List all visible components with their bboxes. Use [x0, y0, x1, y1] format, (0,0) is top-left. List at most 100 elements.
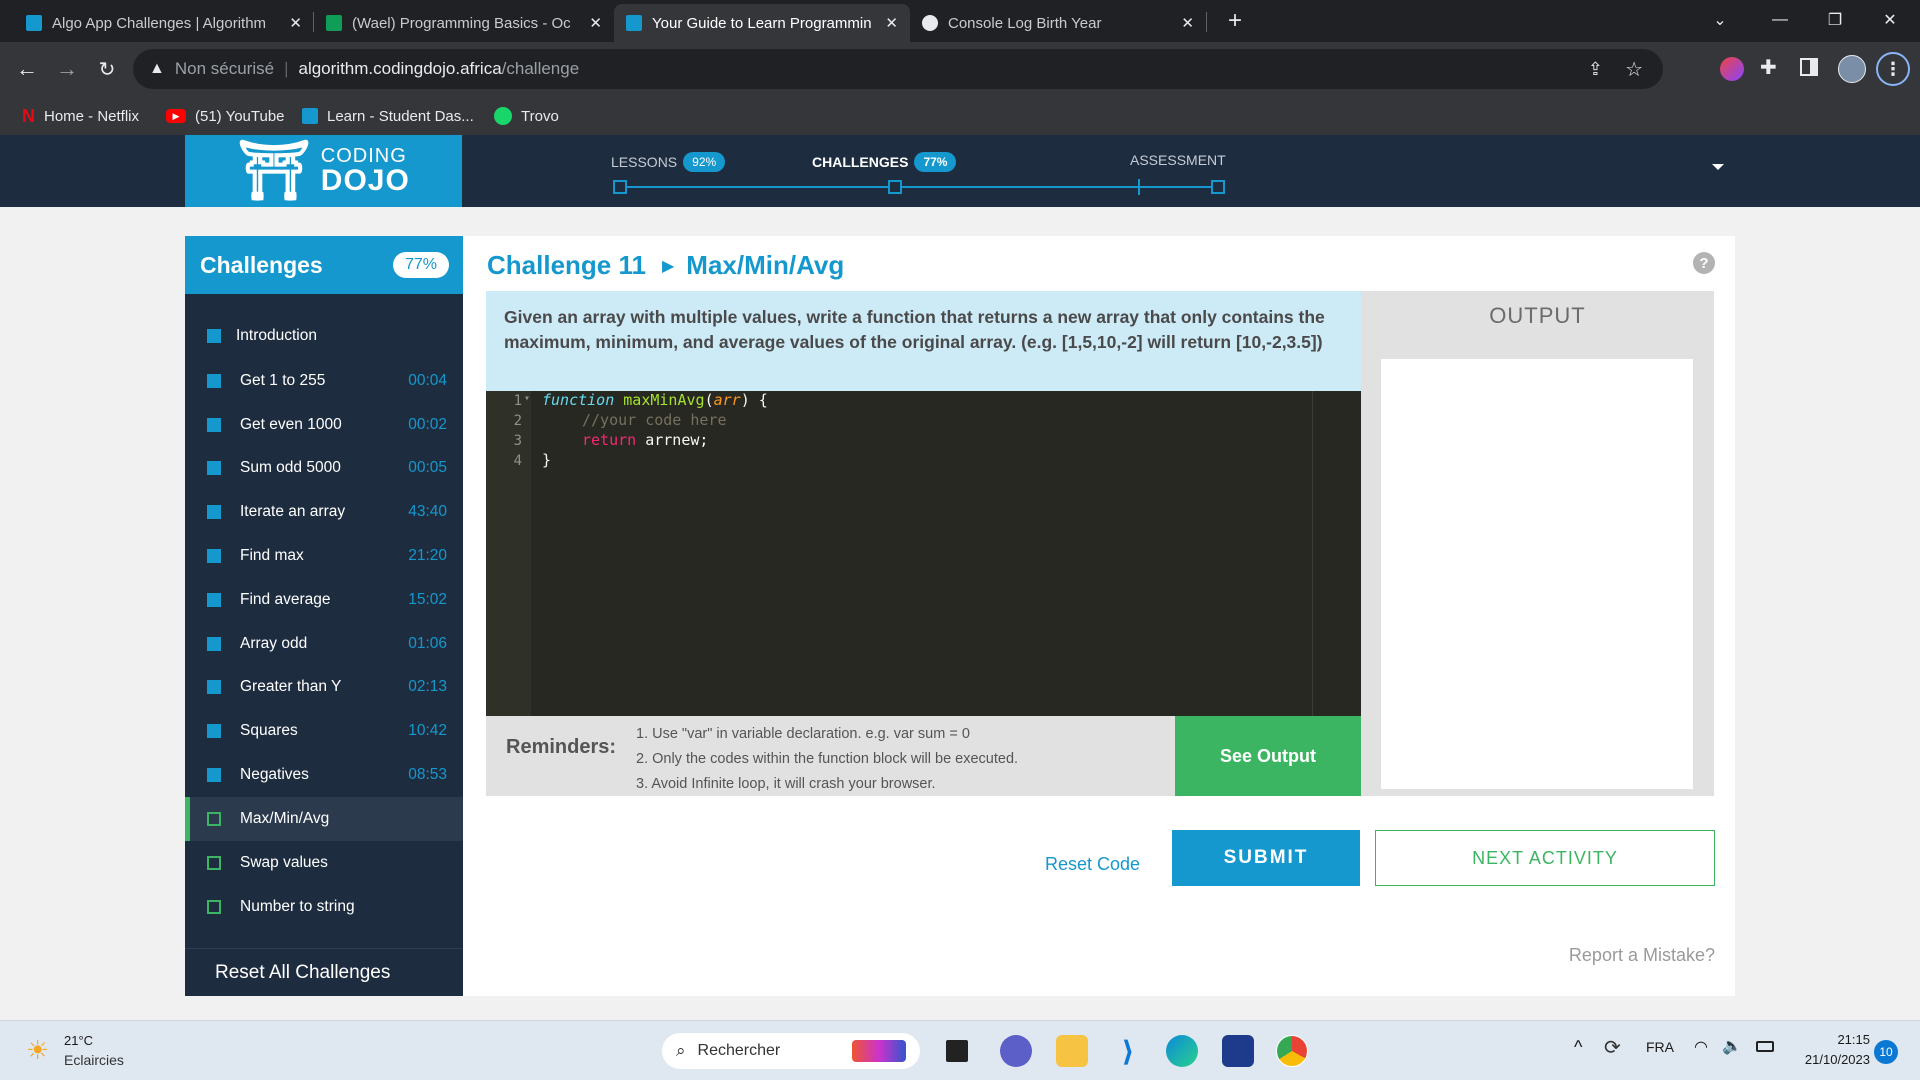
- windows-start-icon[interactable]: [610, 1037, 638, 1065]
- site-header: ⛩ CODING DOJO LESSONS 92% CHALLENGES 77%…: [0, 135, 1920, 207]
- coding-dojo-logo[interactable]: ⛩ CODING DOJO: [185, 135, 462, 207]
- close-tab-icon[interactable]: ✕: [885, 14, 898, 32]
- wifi-icon[interactable]: ◠: [1694, 1037, 1708, 1057]
- vscode-icon[interactable]: ⟩: [1112, 1035, 1144, 1067]
- status-square-icon: [207, 505, 221, 519]
- teams-chat-icon[interactable]: [1000, 1035, 1032, 1067]
- reminders-label: Reminders:: [506, 736, 617, 758]
- sidebar-item-challenge[interactable]: Sum odd 5000 00:05: [185, 446, 463, 490]
- clock-date[interactable]: 21/10/2023: [1794, 1052, 1870, 1067]
- extensions-puzzle-icon[interactable]: ✚: [1760, 55, 1777, 80]
- forward-icon[interactable]: →: [52, 54, 82, 84]
- edge-icon[interactable]: [1166, 1035, 1198, 1067]
- reset-all-challenges-button[interactable]: Reset All Challenges: [185, 948, 463, 996]
- close-tab-icon[interactable]: ✕: [589, 14, 602, 32]
- new-tab-button[interactable]: +: [1220, 6, 1250, 36]
- sidebar-item-challenge[interactable]: Find max 21:20: [185, 534, 463, 578]
- progress-assessment[interactable]: ASSESSMENT: [1130, 152, 1226, 168]
- see-output-button[interactable]: See Output: [1175, 716, 1361, 796]
- url-path: /challenge: [501, 59, 580, 78]
- extension-icon[interactable]: [1720, 57, 1744, 81]
- sidebar-item-challenge[interactable]: Greater than Y 02:13: [185, 665, 463, 709]
- close-tab-icon[interactable]: ✕: [289, 14, 302, 32]
- code-editor[interactable]: 1 2 3 4 ▾ function maxMinAvg(arr) { //yo…: [486, 391, 1361, 716]
- file-explorer-icon[interactable]: [1056, 1035, 1088, 1067]
- challenge-name: Max/Min/Avg: [686, 250, 845, 280]
- close-tab-icon[interactable]: ✕: [1181, 14, 1194, 32]
- sidebar-item-label: Greater than Y: [240, 678, 342, 695]
- user-menu-caret-icon[interactable]: [1712, 164, 1724, 170]
- progress-pill: 77%: [914, 152, 957, 172]
- sync-icon[interactable]: ⟳: [1604, 1035, 1621, 1060]
- browser-tab-3-active[interactable]: Your Guide to Learn Programmin ✕: [614, 4, 910, 42]
- weather-desc[interactable]: Eclaircies: [64, 1052, 124, 1068]
- browser-tab-2[interactable]: (Wael) Programming Basics - Oc ✕: [314, 4, 614, 42]
- taskbar-search[interactable]: ⌕ Rechercher: [662, 1033, 920, 1069]
- weather-temp[interactable]: 21°C: [64, 1033, 93, 1048]
- sidebar-item-challenge[interactable]: Swap values: [185, 841, 463, 885]
- back-icon[interactable]: ←: [12, 54, 42, 84]
- sidebar-item-challenge[interactable]: Array odd 01:06: [185, 622, 463, 666]
- profile-avatar[interactable]: [1838, 55, 1866, 83]
- progress-challenges[interactable]: CHALLENGES 77%: [812, 152, 957, 172]
- submit-button[interactable]: SUBMIT: [1172, 830, 1360, 886]
- language-indicator[interactable]: FRA: [1646, 1039, 1674, 1055]
- status-square-icon: [207, 593, 221, 607]
- bookmark-learn[interactable]: Learn - Student Das...: [302, 97, 474, 135]
- sidebar-item-challenge[interactable]: Introduction: [185, 314, 463, 358]
- battery-icon[interactable]: [1756, 1041, 1774, 1052]
- sidebar-item-time: 15:02: [408, 591, 447, 608]
- sidebar-item-label: Negatives: [240, 766, 309, 783]
- fold-arrow-icon[interactable]: ▾: [524, 393, 530, 404]
- sidebar-item-label: Introduction: [236, 327, 317, 344]
- sidebar-item-challenge[interactable]: Get even 1000 00:02: [185, 403, 463, 447]
- menu-kebab-icon[interactable]: ⋮: [1876, 52, 1910, 86]
- clock-time[interactable]: 21:15: [1794, 1032, 1870, 1047]
- sidebar-item-challenge[interactable]: Negatives 08:53: [185, 753, 463, 797]
- browser-tab-4[interactable]: Console Log Birth Year ✕: [910, 4, 1206, 42]
- logo-text-bottom: DOJO: [320, 164, 410, 197]
- minimize-icon[interactable]: —: [1750, 0, 1810, 40]
- bookmark-netflix[interactable]: N Home - Netflix: [22, 97, 139, 135]
- sidebar-item-challenge[interactable]: Number to string: [185, 885, 463, 929]
- side-panel-icon[interactable]: [1800, 58, 1818, 76]
- warning-icon: ▲: [149, 60, 165, 77]
- security-status[interactable]: Non sécurisé: [175, 59, 274, 79]
- next-activity-button[interactable]: NEXT ACTIVITY: [1375, 830, 1715, 886]
- notification-badge[interactable]: 10: [1874, 1040, 1898, 1064]
- code-return-keyword: return: [582, 431, 637, 449]
- store-icon[interactable]: [1222, 1035, 1254, 1067]
- reset-code-link[interactable]: Reset Code: [1045, 854, 1140, 875]
- help-icon[interactable]: ?: [1693, 252, 1715, 274]
- code-param: arr: [713, 391, 741, 409]
- sidebar-item-challenge[interactable]: Find average 15:02: [185, 578, 463, 622]
- close-window-icon[interactable]: ✕: [1860, 0, 1920, 40]
- task-view-icon[interactable]: [946, 1040, 968, 1062]
- restore-icon[interactable]: ❐: [1805, 0, 1865, 40]
- sidebar-item-challenge[interactable]: Iterate an array 43:40: [185, 490, 463, 534]
- sidebar-item-challenge[interactable]: Max/Min/Avg: [185, 797, 463, 841]
- sidebar-item-challenge[interactable]: Squares 10:42: [185, 709, 463, 753]
- report-mistake-link[interactable]: Report a Mistake?: [1569, 945, 1715, 966]
- progress-lessons[interactable]: LESSONS 92%: [611, 152, 726, 172]
- share-icon[interactable]: ⇪: [1588, 59, 1603, 80]
- address-bar[interactable]: ▲ Non sécurisé | algorithm.codingdojo.af…: [133, 49, 1663, 89]
- tab-title: (Wael) Programming Basics - Oc: [352, 14, 571, 32]
- bookmark-trovo[interactable]: Trovo: [494, 97, 559, 135]
- chrome-icon[interactable]: [1276, 1035, 1308, 1067]
- sidebar-item-challenge[interactable]: Get 1 to 255 00:04: [185, 359, 463, 403]
- tab-search-icon[interactable]: ⌄: [1690, 0, 1750, 40]
- volume-icon[interactable]: 🔈: [1722, 1036, 1742, 1056]
- hidden-icons-chevron-icon[interactable]: ^: [1574, 1037, 1582, 1058]
- weather-icon[interactable]: ☀: [26, 1035, 49, 1066]
- sidebar-item-time: 01:06: [408, 635, 447, 652]
- browser-tab-1[interactable]: Algo App Challenges | Algorithm ✕: [14, 4, 314, 42]
- sidebar-title: Challenges: [200, 251, 323, 278]
- progress-node-challenges: [888, 180, 902, 194]
- bookmark-youtube[interactable]: ▶ (51) YouTube: [166, 97, 285, 135]
- browser-tab-bar: Algo App Challenges | Algorithm ✕ (Wael)…: [0, 0, 1920, 42]
- reload-icon[interactable]: ↻: [92, 54, 122, 84]
- reminders-box: Reminders: 1. Use "var" in variable decl…: [486, 716, 1175, 796]
- bookmark-star-icon[interactable]: ☆: [1625, 57, 1643, 82]
- sidebar-item-time: 21:20: [408, 547, 447, 564]
